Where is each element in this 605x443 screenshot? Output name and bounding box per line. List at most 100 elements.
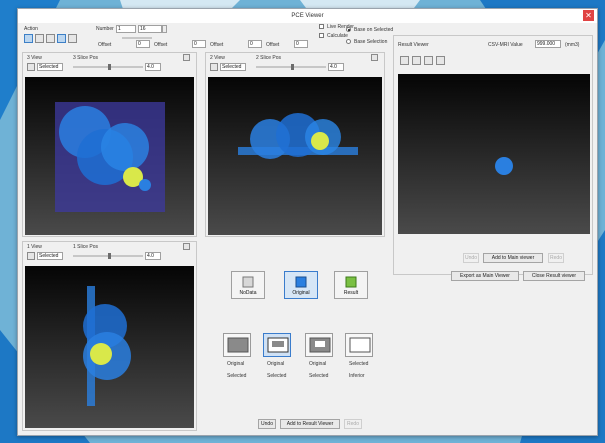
layout-1-icon (227, 337, 249, 353)
radio-label-1: Base on Selected (354, 27, 394, 33)
layout-2-label-1: Original (267, 361, 285, 367)
layout-2-icon (267, 337, 289, 353)
color-map-icon[interactable] (27, 252, 35, 260)
result-icon (345, 276, 357, 288)
result-viewer-panel: Result Viewer CSV-MRI Value 999.000 (mm3… (393, 35, 593, 275)
offset-field-1[interactable]: 0 (136, 40, 150, 48)
close-result-viewer-button[interactable]: Close Result viewer (523, 271, 585, 281)
view-title: 3 View (27, 55, 42, 61)
radio-label-2: Base Selection (354, 39, 388, 45)
color-map-icon[interactable] (27, 63, 35, 71)
action-group-label: Action (24, 26, 38, 32)
layout-4-label-1: Selected (349, 361, 369, 367)
layout-button-3[interactable] (305, 333, 333, 357)
slice-slider-thumb[interactable] (291, 64, 294, 70)
result-render-scene (495, 157, 513, 175)
offset-label-1: Offset (98, 42, 112, 48)
slice-value[interactable]: 4.0 (145, 63, 161, 71)
slice-value[interactable]: 4.0 (145, 252, 161, 260)
expand-icon[interactable] (183, 243, 190, 250)
layout-4-label-2: Inferior (349, 373, 365, 379)
slice-slider-thumb[interactable] (108, 253, 111, 259)
unit-label: (mm3) (565, 42, 580, 48)
color-map-icon[interactable] (400, 56, 409, 65)
result-undo-button[interactable]: Undo (463, 253, 479, 263)
result-button[interactable]: Result (334, 271, 368, 299)
view-subtitle: 2 Slice Pos (256, 55, 282, 61)
layout-2-label-2: Selected (267, 373, 287, 379)
render-scene (238, 113, 358, 159)
offset-field-2[interactable]: 0 (192, 40, 206, 48)
calculate-checkbox[interactable] (319, 33, 324, 38)
csv-mri-label: CSV-MRI Value (488, 42, 523, 48)
color-select[interactable]: Selected (220, 63, 246, 71)
color-map-icon[interactable] (210, 63, 218, 71)
title-bar: PCE Viewer ✕ (18, 9, 597, 23)
nodata-label: NoData (239, 290, 257, 296)
erase-tool-icon[interactable] (68, 34, 77, 43)
original-button[interactable]: Original (284, 271, 318, 299)
view-3d-viewport[interactable] (25, 77, 194, 235)
view-panel-1: 1 View 1 Slice Pos Selected 4.0 (22, 241, 197, 431)
axis-z-icon[interactable] (436, 56, 445, 65)
result-label: Result (343, 290, 359, 296)
layout-1-label-2: Selected (227, 373, 247, 379)
offset-label-2: Offset (154, 42, 168, 48)
layout-button-1[interactable] (223, 333, 251, 357)
result-viewer-title: Result Viewer (398, 42, 429, 48)
add-to-main-viewer-button[interactable]: Add to Main viewer (483, 253, 543, 263)
nodata-icon (242, 276, 254, 288)
calculate-label: Calculate (327, 33, 348, 39)
slice-value[interactable]: 4.0 (328, 63, 344, 71)
offset-field-4[interactable]: 0 (294, 40, 308, 48)
redo-button[interactable]: Redo (344, 419, 362, 429)
add-to-result-viewer-button[interactable]: Add to Result Viewer (280, 419, 340, 429)
view-panel-2: 2 View 2 Slice Pos Selected 4.0 (205, 52, 385, 237)
nodata-button[interactable]: NoData (231, 271, 265, 299)
number-label: Number (96, 26, 114, 32)
offset-label-4: Offset (266, 42, 280, 48)
slice-slider-thumb[interactable] (108, 64, 111, 70)
view-panel-3: 3 View 3 Slice Pos Selected 4.0 (22, 52, 197, 237)
number-slider-track (122, 37, 152, 39)
result-3d-viewport[interactable] (398, 74, 590, 234)
pce-viewer-window: PCE Viewer ✕ Action Number 1 16 Offset 0… (17, 8, 598, 436)
layout-1-label-1: Original (227, 361, 245, 367)
color-select[interactable]: Selected (37, 63, 63, 71)
close-button[interactable]: ✕ (583, 10, 594, 21)
export-as-main-viewer-button[interactable]: Export as Main Viewer (451, 271, 519, 281)
axis-x-icon[interactable] (412, 56, 421, 65)
expand-icon[interactable] (183, 54, 190, 61)
csv-mri-value[interactable]: 999.000 (535, 40, 561, 48)
offset-label-3: Offset (210, 42, 224, 48)
number-field-2[interactable]: 16 (138, 25, 162, 33)
pointer-tool-icon[interactable] (24, 34, 33, 43)
view-title: 1 View (27, 244, 42, 250)
select-tool-icon[interactable] (57, 34, 66, 43)
rotate-tool-icon[interactable] (35, 34, 44, 43)
undo-button[interactable]: Undo (258, 419, 276, 429)
layout-3-label-1: Original (309, 361, 327, 367)
layout-button-2[interactable] (263, 333, 291, 357)
color-select[interactable]: Selected (37, 252, 63, 260)
zoom-tool-icon[interactable] (46, 34, 55, 43)
layout-button-4[interactable] (345, 333, 373, 357)
live-render-checkbox[interactable] (319, 24, 324, 29)
layout-3-label-2: Selected (309, 373, 329, 379)
number-spinner[interactable] (162, 25, 167, 33)
expand-icon[interactable] (371, 54, 378, 61)
view-subtitle: 3 Slice Pos (73, 55, 99, 61)
offset-field-3[interactable]: 0 (248, 40, 262, 48)
base-on-selected-radio[interactable] (346, 27, 351, 32)
axis-y-icon[interactable] (424, 56, 433, 65)
layout-3-icon (309, 337, 331, 353)
view-subtitle: 1 Slice Pos (73, 244, 99, 250)
view-3d-viewport[interactable] (25, 266, 194, 428)
number-field[interactable]: 1 (116, 25, 136, 33)
layout-4-icon (349, 337, 371, 353)
result-redo-button[interactable]: Redo (548, 253, 564, 263)
render-scene (83, 286, 131, 406)
view-3d-viewport[interactable] (208, 77, 382, 235)
base-selection-radio[interactable] (346, 39, 351, 44)
original-label: Original (292, 290, 310, 296)
